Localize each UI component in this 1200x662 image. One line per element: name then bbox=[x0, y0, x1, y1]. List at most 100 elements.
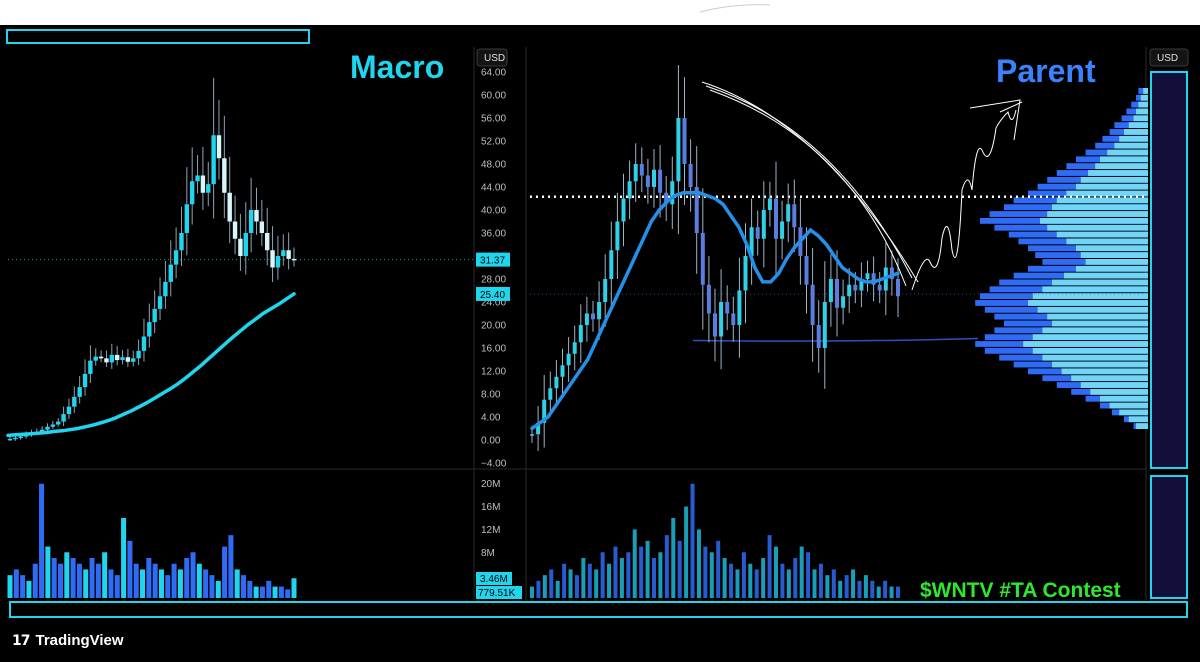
parent-candle bbox=[548, 388, 553, 400]
macro-volume-bar bbox=[20, 575, 26, 598]
parent-volume-bar bbox=[754, 569, 759, 598]
tradingview-brand: TradingView bbox=[35, 632, 124, 649]
chart-svg: USD USD Macro Parent 64.00 60.00 56.00 52.00 48.… bbox=[6, 4, 1189, 618]
volume-profile-inner-bar bbox=[1047, 211, 1148, 217]
macro-moving-average bbox=[6, 292, 296, 438]
volume-tick-label: 12M bbox=[481, 525, 500, 536]
macro-candle bbox=[254, 210, 259, 222]
macro-volume-bar bbox=[247, 580, 253, 598]
macro-candle bbox=[243, 233, 248, 256]
parent-candle bbox=[835, 279, 839, 308]
parent-candle bbox=[530, 434, 534, 436]
macro-candle bbox=[88, 360, 93, 374]
macro-candle bbox=[222, 158, 227, 193]
parent-volume-bar bbox=[799, 546, 804, 598]
parent-volume-bar bbox=[619, 558, 624, 598]
right-scale-frame bbox=[1150, 71, 1188, 469]
parent-volume-bar bbox=[658, 552, 663, 598]
parent-candle bbox=[865, 273, 870, 279]
macro-volume-bar bbox=[203, 569, 209, 598]
parent-volume-bar bbox=[812, 569, 817, 598]
parent-volume-bar bbox=[786, 569, 791, 598]
macro-candle bbox=[98, 356, 104, 359]
macro-volume-bar bbox=[64, 552, 70, 598]
contest-annotation: $WNTV #TA Contest bbox=[920, 579, 1121, 602]
macro-candle bbox=[141, 336, 147, 351]
macro-volume-bar bbox=[102, 552, 108, 598]
volume-profile-inner-bar bbox=[1076, 265, 1148, 272]
volume-label-1: 3.46M bbox=[480, 574, 508, 585]
parent-volume-bar bbox=[696, 529, 701, 598]
parent-candle bbox=[719, 302, 724, 337]
parent-candle bbox=[591, 313, 595, 320]
macro-candle bbox=[82, 373, 88, 388]
volume-profile-inner-bar bbox=[1032, 347, 1148, 354]
volume-profile-inner-bar bbox=[1023, 341, 1148, 347]
parent-volume-bar bbox=[806, 552, 811, 598]
volume-profile-inner-bar bbox=[1080, 176, 1148, 183]
macro-volume-bar bbox=[222, 546, 228, 598]
y-tick-label: 44.00 bbox=[481, 183, 506, 194]
parent-volume-bar bbox=[581, 558, 586, 598]
macro-volume-bar bbox=[26, 580, 32, 598]
volume-profile-inner-bar bbox=[1052, 361, 1148, 368]
y-tick-label: 64.00 bbox=[481, 68, 506, 79]
parent-volume-bar bbox=[761, 558, 766, 598]
parent-volume-bar bbox=[613, 546, 618, 598]
macro-volume-bar bbox=[51, 558, 57, 598]
parent-candle bbox=[828, 279, 833, 302]
macro-candle bbox=[77, 387, 82, 397]
macro-candle bbox=[120, 357, 125, 361]
volume-profile-inner-bar bbox=[1052, 279, 1148, 286]
volume-profile-inner-bar bbox=[1066, 238, 1148, 245]
macro-candle bbox=[61, 414, 66, 422]
volume-profile-inner-bar bbox=[1136, 108, 1148, 115]
parent-candle bbox=[804, 256, 809, 285]
parent-candle bbox=[603, 279, 608, 302]
macro-candle bbox=[157, 296, 163, 309]
macro-volume-bar bbox=[291, 578, 297, 598]
parent-volume-bar bbox=[716, 540, 721, 598]
parent-candle bbox=[822, 302, 827, 348]
macro-candle bbox=[238, 238, 243, 256]
volume-profile-inner-bar bbox=[1056, 197, 1148, 204]
volume-profile-inner-bar bbox=[1032, 334, 1148, 341]
volume-profile-inner-bar bbox=[1119, 409, 1148, 416]
parent-volume-bar bbox=[844, 575, 849, 598]
macro-volume-bar bbox=[70, 558, 76, 598]
volume-profile-inner-bar bbox=[1119, 135, 1148, 142]
macro-candle bbox=[184, 204, 190, 233]
parent-candle bbox=[767, 198, 772, 210]
parent-volume-bar bbox=[818, 563, 823, 598]
parent-volume-bar bbox=[671, 518, 676, 598]
macro-candle bbox=[248, 210, 254, 233]
parent-volume-bar bbox=[793, 558, 798, 598]
y-tick-label: 20.00 bbox=[481, 321, 506, 332]
volume-profile-inner-bar bbox=[1071, 375, 1148, 382]
parent-candle bbox=[731, 313, 736, 325]
parent-volume-bar bbox=[542, 575, 547, 598]
macro-volume-bar bbox=[95, 563, 101, 598]
parent-volume-bar bbox=[607, 563, 612, 598]
parent-candle bbox=[725, 302, 730, 314]
volume-profile-inner-bar bbox=[1100, 395, 1148, 402]
macro-volume-bar bbox=[184, 558, 190, 598]
y-tick-label: 16.00 bbox=[481, 344, 506, 355]
macro-candle bbox=[179, 233, 184, 251]
parent-volume-bar bbox=[883, 580, 888, 598]
macro-volume-bar bbox=[215, 580, 221, 598]
volume-profile-inner-bar bbox=[1064, 272, 1148, 279]
volume-profile-inner-bar bbox=[1047, 313, 1148, 320]
parent-volume-bar bbox=[536, 580, 541, 598]
macro-volume-bar bbox=[7, 575, 13, 598]
parent-volume-bar bbox=[530, 586, 534, 598]
parent-candle bbox=[609, 250, 614, 279]
volume-profile-inner-bar bbox=[1028, 300, 1148, 306]
parent-volume-bar bbox=[774, 546, 778, 598]
macro-volume-bar bbox=[114, 575, 120, 598]
parent-candle bbox=[841, 296, 846, 308]
macro-candle bbox=[200, 175, 206, 193]
parent-volume-bar bbox=[632, 529, 637, 598]
macro-volume-bar bbox=[209, 575, 215, 598]
volume-profile-inner-bar bbox=[1076, 245, 1148, 252]
